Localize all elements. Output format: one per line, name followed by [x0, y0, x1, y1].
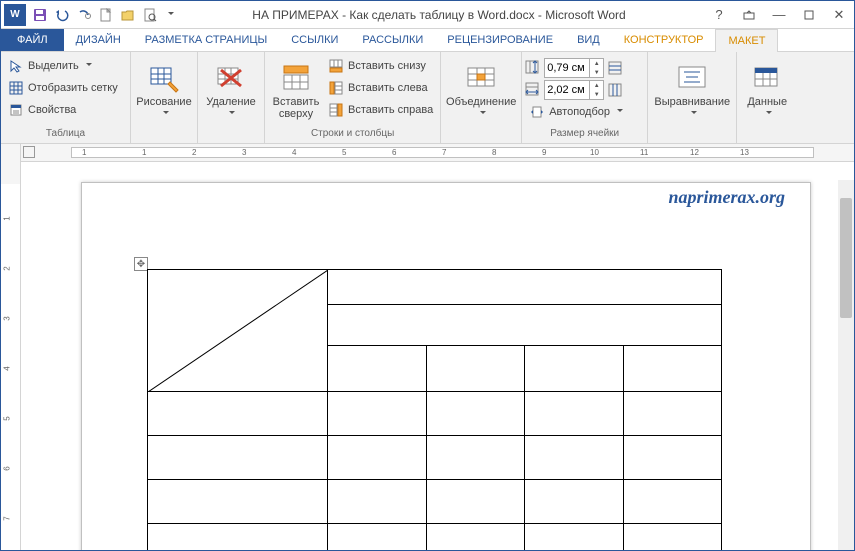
group-table-label: Таблица: [4, 127, 127, 143]
up-icon[interactable]: ▲: [589, 59, 603, 68]
help-icon[interactable]: ?: [704, 4, 734, 26]
insert-above-button[interactable]: Вставить сверху: [268, 55, 324, 127]
document-table[interactable]: [147, 269, 722, 550]
qa-open-icon[interactable]: [117, 4, 139, 26]
merge-button[interactable]: Объединение: [444, 55, 518, 127]
cursor-icon: [8, 58, 24, 74]
alignment-icon: [676, 62, 708, 94]
tab-constructor[interactable]: КОНСТРУКТОР: [612, 29, 716, 51]
grid-icon: [8, 80, 24, 96]
row-height-stepper[interactable]: ▲▼: [544, 58, 604, 78]
insert-left-icon: [328, 80, 344, 96]
data-button[interactable]: Данные: [740, 55, 794, 127]
down-icon[interactable]: ▼: [589, 68, 603, 77]
down-icon[interactable]: ▼: [589, 90, 603, 99]
distribute-rows-icon[interactable]: [607, 60, 623, 76]
document-page[interactable]: naprimerax.org ✥: [81, 182, 811, 550]
tab-mailings[interactable]: РАССЫЛКИ: [350, 29, 435, 51]
data-icon: [751, 62, 783, 94]
distribute-cols-icon[interactable]: [607, 82, 623, 98]
properties-icon: [8, 102, 24, 118]
tab-review[interactable]: РЕЦЕНЗИРОВАНИЕ: [435, 29, 565, 51]
autofit-icon: [529, 104, 545, 120]
tab-page-layout[interactable]: РАЗМЕТКА СТРАНИЦЫ: [133, 29, 279, 51]
qa-preview-icon[interactable]: [139, 4, 161, 26]
insert-above-icon: [280, 62, 312, 94]
group-rowscols-label: Строки и столбцы: [268, 127, 437, 143]
vertical-ruler[interactable]: 123 456 7: [1, 144, 21, 550]
insert-left-button[interactable]: Вставить слева: [324, 77, 437, 99]
insert-right-button[interactable]: Вставить справа: [324, 99, 437, 121]
gridlines-button[interactable]: Отобразить сетку: [4, 77, 122, 99]
autofit-button[interactable]: Автоподбор: [525, 101, 627, 123]
tab-file[interactable]: ФАЙЛ: [1, 29, 64, 51]
ribbon-options-icon[interactable]: [734, 4, 764, 26]
scroll-thumb[interactable]: [840, 198, 852, 318]
row-height-icon: [525, 60, 541, 76]
tab-layout-active[interactable]: МАКЕТ: [715, 29, 778, 52]
close-button[interactable]: ✕: [824, 4, 854, 26]
qa-new-icon[interactable]: [95, 4, 117, 26]
delete-button[interactable]: Удаление: [201, 55, 261, 127]
table-move-handle[interactable]: ✥: [134, 257, 148, 271]
alignment-button[interactable]: Выравнивание: [651, 55, 733, 127]
insert-right-icon: [328, 102, 344, 118]
delete-table-icon: [215, 62, 247, 94]
window-title: НА ПРИМЕРАХ - Как сделать таблицу в Word…: [174, 8, 704, 22]
tab-references[interactable]: ССЫЛКИ: [279, 29, 350, 51]
insert-below-button[interactable]: Вставить снизу: [324, 55, 437, 77]
drawing-button[interactable]: Рисование: [134, 55, 194, 127]
col-width-stepper[interactable]: ▲▼: [544, 80, 604, 100]
qa-undo-icon[interactable]: [51, 4, 73, 26]
app-icon: W: [4, 4, 26, 26]
qa-redo-icon[interactable]: [73, 4, 95, 26]
maximize-button[interactable]: [794, 4, 824, 26]
merge-icon: [465, 62, 497, 94]
col-width-icon: [525, 82, 541, 98]
group-cellsize-label: Размер ячейки: [525, 127, 644, 143]
draw-table-icon: [148, 62, 180, 94]
tab-design[interactable]: ДИЗАЙН: [64, 29, 133, 51]
tab-view[interactable]: ВИД: [565, 29, 612, 51]
qa-customize-dropdown[interactable]: [165, 9, 174, 21]
ruler-corner[interactable]: [23, 146, 35, 158]
up-icon[interactable]: ▲: [589, 81, 603, 90]
watermark-text: naprimerax.org: [668, 187, 785, 208]
select-button[interactable]: Выделить: [4, 55, 122, 77]
horizontal-ruler[interactable]: 1 1 2 3 4 5 6 7 8 9 10 11 12 13: [21, 144, 854, 162]
insert-below-icon: [328, 58, 344, 74]
qa-save-icon[interactable]: [29, 4, 51, 26]
minimize-button[interactable]: —: [764, 4, 794, 26]
properties-button[interactable]: Свойства: [4, 99, 122, 121]
scrollbar-vertical[interactable]: [838, 180, 854, 550]
